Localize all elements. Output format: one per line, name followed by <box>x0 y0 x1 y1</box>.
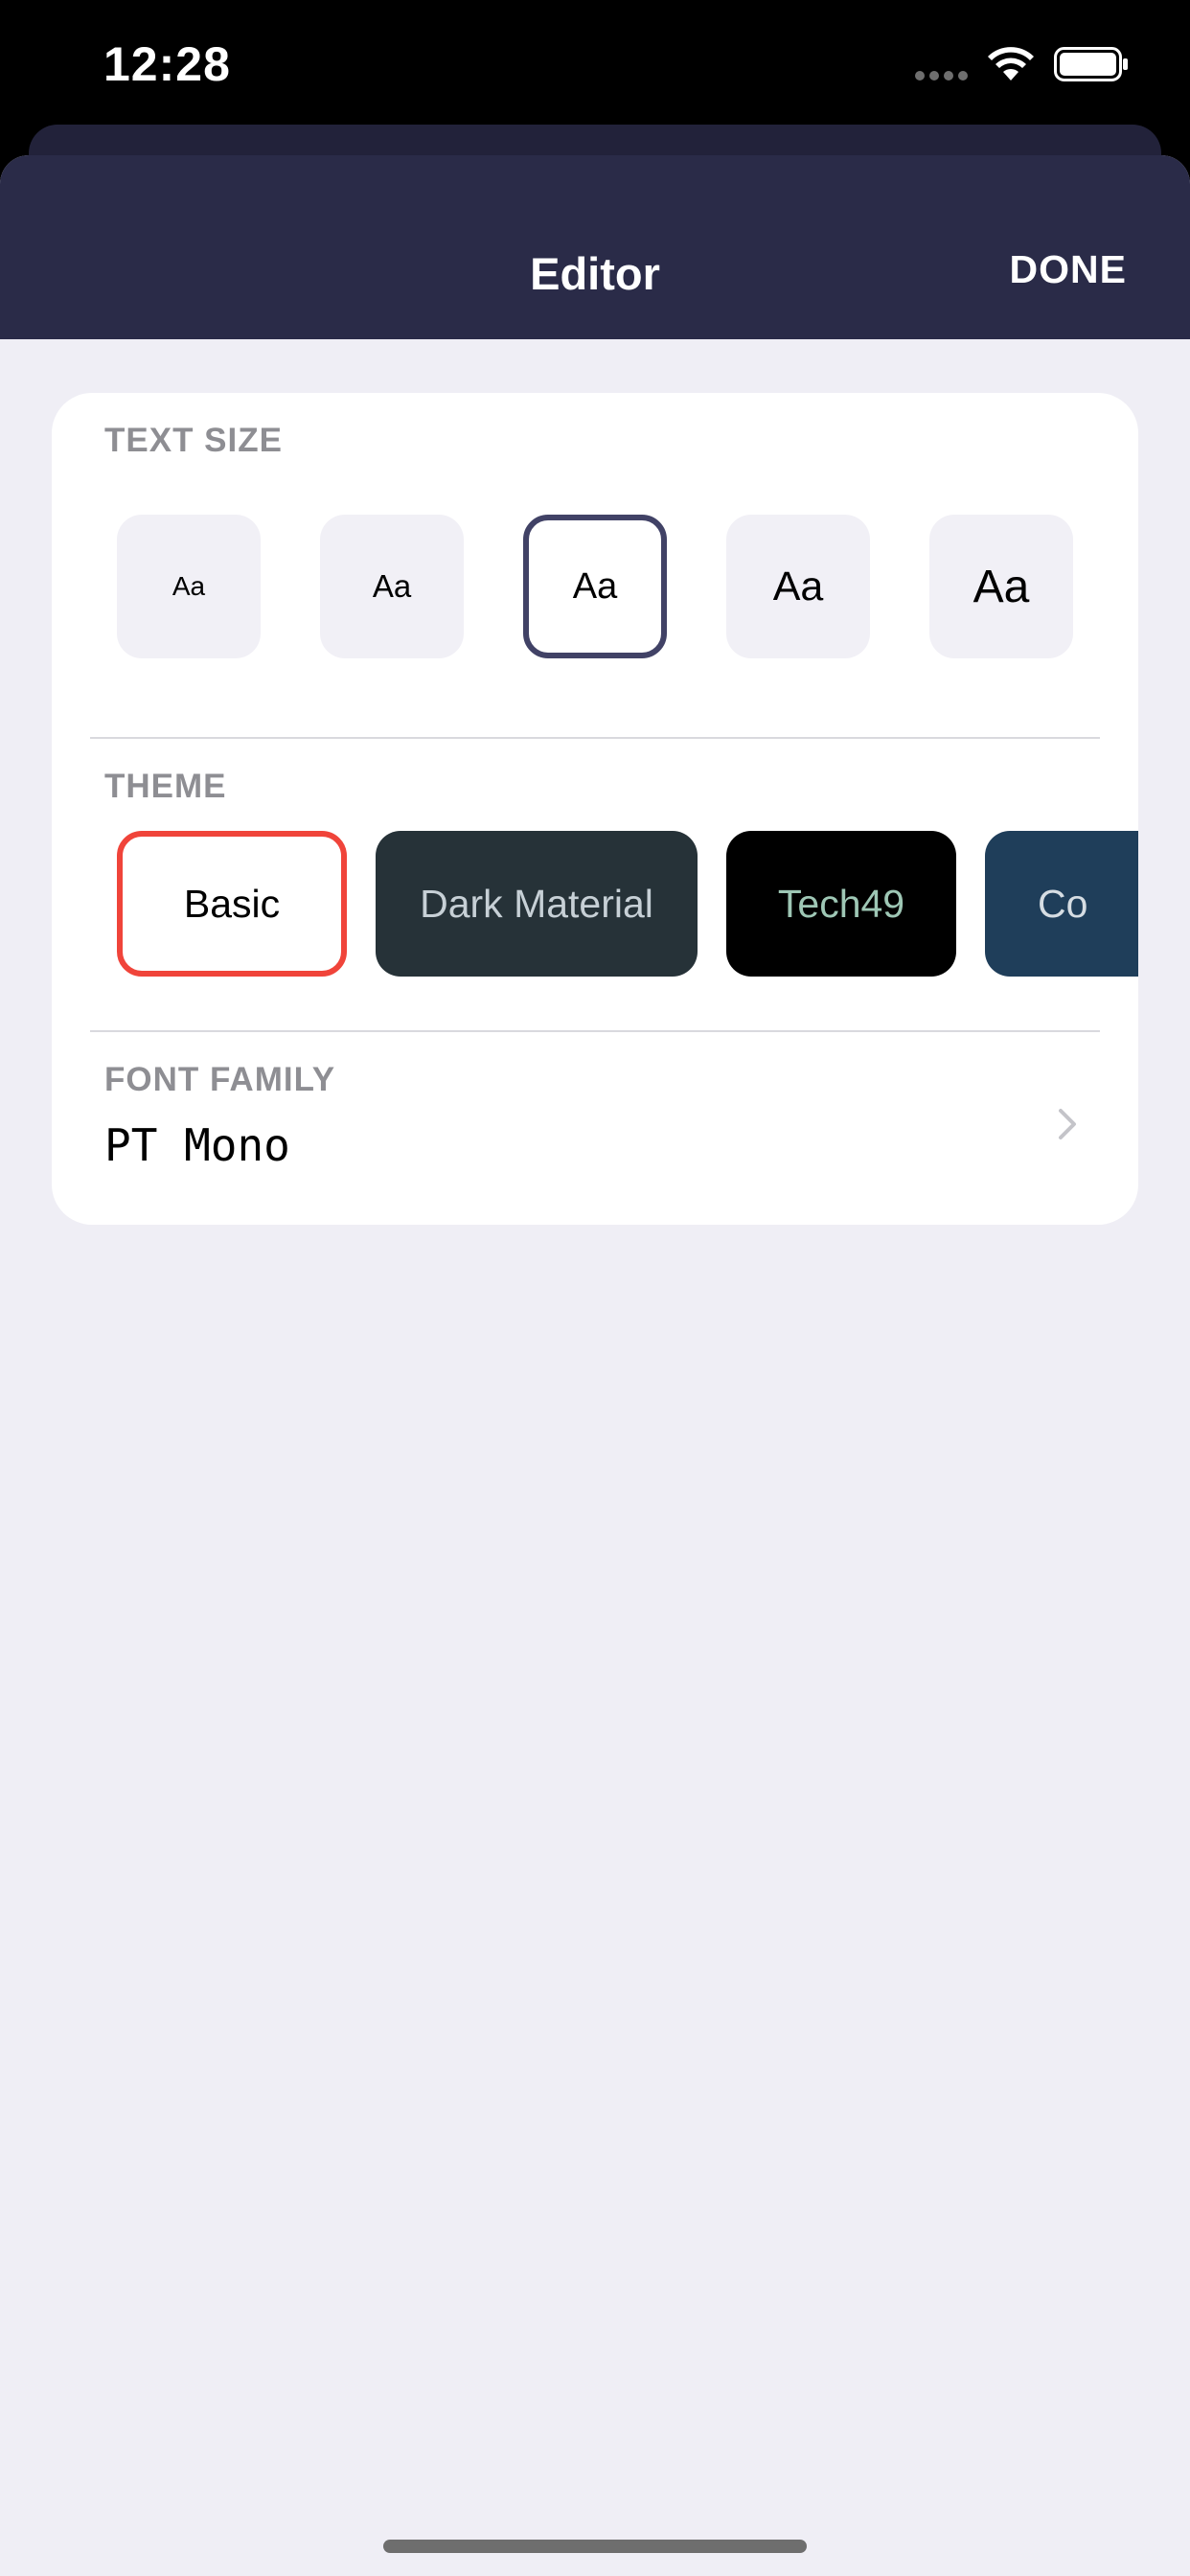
theme-option-label: Basic <box>183 881 281 926</box>
text-size-option-3[interactable]: Aa <box>523 515 667 658</box>
theme-option-tech49[interactable]: Tech49 <box>726 831 956 977</box>
theme-option-dark-material[interactable]: Dark Material <box>376 831 698 977</box>
text-size-option-5[interactable]: Aa <box>929 515 1073 658</box>
text-size-option-label: Aa <box>772 563 824 610</box>
text-size-label: TEXT SIZE <box>104 422 283 459</box>
editor-sheet: Editor DONE TEXT SIZE Aa Aa Aa Aa Aa THE… <box>0 155 1190 2576</box>
theme-option-basic[interactable]: Basic <box>117 831 347 977</box>
text-size-option-1[interactable]: Aa <box>117 515 261 658</box>
text-size-option-4[interactable]: Aa <box>726 515 870 658</box>
font-family-value: PT Mono <box>104 1119 290 1171</box>
editor-settings-screen: 12:28 Editor DONE TEXT SIZE Aa Aa Aa Aa … <box>0 0 1190 2576</box>
theme-option-label: Co <box>1038 881 1088 926</box>
theme-label: THEME <box>104 768 227 805</box>
text-size-option-2[interactable]: Aa <box>320 515 464 658</box>
text-size-option-label: Aa <box>372 568 412 604</box>
text-size-option-label: Aa <box>973 561 1030 612</box>
theme-option-label: Dark Material <box>420 881 653 926</box>
theme-carousel[interactable]: Basic Dark Material Tech49 Co <box>117 831 1138 977</box>
navigation-bar: Editor DONE <box>0 155 1190 339</box>
status-bar: 12:28 <box>0 0 1190 134</box>
status-time: 12:28 <box>103 37 231 91</box>
cellular-signal-icon <box>915 71 969 82</box>
done-button[interactable]: DONE <box>1010 247 1127 292</box>
text-size-option-label: Aa <box>572 565 618 607</box>
theme-option-partial[interactable]: Co <box>985 831 1138 977</box>
text-size-option-label: Aa <box>172 571 206 601</box>
battery-icon <box>1054 47 1128 81</box>
theme-option-label: Tech49 <box>777 881 905 926</box>
chevron-right-icon <box>1059 1109 1076 1139</box>
settings-card: TEXT SIZE Aa Aa Aa Aa Aa THEME Basic Dar… <box>52 393 1138 1225</box>
wifi-icon <box>988 47 1034 80</box>
home-indicator <box>383 2540 807 2553</box>
font-family-label: FONT FAMILY <box>104 1061 336 1098</box>
divider <box>90 737 1100 739</box>
